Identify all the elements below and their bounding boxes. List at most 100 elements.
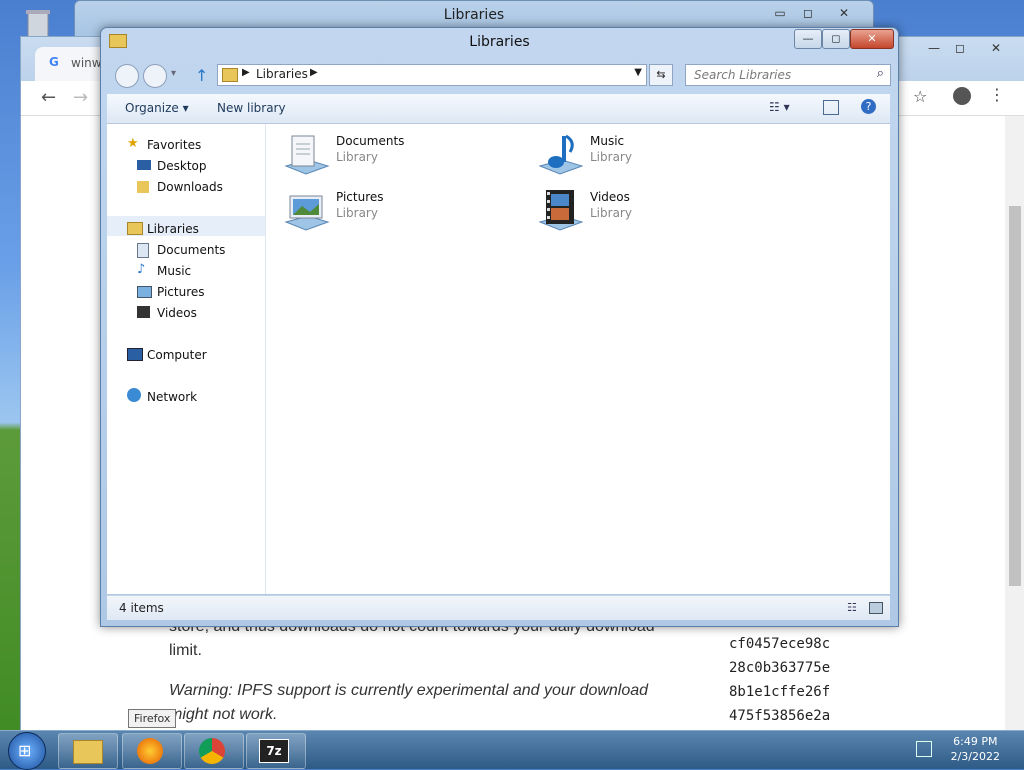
maximize-button[interactable]: ◻ [795, 4, 821, 22]
breadcrumb-libraries[interactable]: Libraries [256, 67, 308, 81]
library-type: Library [590, 206, 632, 220]
pictures-icon [137, 286, 152, 298]
taskbar-chrome-button[interactable] [184, 733, 244, 769]
nav-computer[interactable]: Computer [147, 348, 207, 362]
recent-pages-dropdown-icon[interactable]: ▾ [171, 68, 176, 79]
back-arrow-icon[interactable]: ← [41, 87, 56, 108]
chrome-minimize-button[interactable]: — [921, 39, 947, 57]
windows-logo-icon: ⊞ [18, 741, 32, 760]
nav-pictures[interactable]: Pictures [157, 285, 205, 299]
seven-zip-icon: 7z [259, 739, 289, 763]
maximize-button[interactable]: ◻ [822, 29, 850, 49]
close-button[interactable]: ✕ [831, 4, 857, 22]
search-placeholder: Search Libraries [694, 68, 792, 82]
firefox-icon [137, 738, 163, 764]
nav-videos[interactable]: Videos [157, 306, 197, 320]
window-title: Libraries [469, 34, 530, 50]
library-type: Library [590, 150, 632, 164]
nav-favorites[interactable]: Favorites [147, 138, 201, 152]
videos-library-icon [538, 190, 584, 231]
library-name: Pictures [336, 190, 384, 204]
close-button[interactable]: ✕ [850, 29, 894, 49]
address-bar[interactable]: ▶ Libraries ▶ ▼ [217, 64, 647, 86]
library-pictures[interactable]: Pictures Library [282, 188, 512, 238]
videos-icon [137, 306, 150, 318]
chrome-icon [199, 738, 225, 764]
library-type: Library [336, 206, 378, 220]
new-library-button[interactable]: New library [217, 101, 286, 115]
profile-avatar-icon[interactable] [953, 87, 971, 105]
start-button[interactable]: ⊞ [8, 732, 46, 770]
nav-network[interactable]: Network [147, 390, 197, 404]
warning-line1: Warning: IPFS support is currently exper… [169, 682, 649, 699]
preview-pane-icon[interactable] [823, 100, 839, 115]
chrome-close-button[interactable]: ✕ [983, 39, 1009, 57]
command-bar: Organize ▾ New library ☷ ▾ ? [107, 94, 890, 124]
google-icon: G [49, 55, 59, 69]
firefox-tooltip: Firefox [128, 709, 177, 728]
navigation-pane: ★ Favorites Desktop Downloads Libraries … [107, 124, 266, 594]
status-bar: 4 items ☷ [107, 595, 890, 620]
change-view-icon[interactable]: ☷ ▾ [769, 100, 790, 114]
forward-arrow-icon[interactable]: → [73, 87, 88, 108]
help-icon[interactable]: ? [861, 99, 876, 114]
organize-button[interactable]: Organize ▾ [125, 101, 189, 115]
menu-dots-icon[interactable]: ⋮ [989, 85, 1005, 104]
clock-time: 6:49 PM [953, 735, 998, 748]
background-window-title: Libraries [443, 7, 505, 23]
library-music[interactable]: Music Library [536, 132, 766, 182]
details-view-icon[interactable]: ☷ [847, 601, 857, 614]
tab-title: winw [71, 56, 102, 70]
nav-libraries[interactable]: Libraries [147, 222, 199, 236]
pictures-library-icon [284, 195, 330, 231]
documents-icon [137, 243, 149, 258]
minimize-button[interactable]: — [794, 29, 822, 49]
forward-button[interactable] [143, 64, 167, 88]
search-icon[interactable]: ⌕ [877, 66, 884, 81]
downloads-icon [137, 181, 149, 193]
minimize-button[interactable]: ▭ [767, 4, 793, 22]
music-library-icon [538, 134, 584, 175]
hash-line-2: 28c0b363775e [729, 660, 831, 676]
libraries-content-pane: Documents Library Music Library Pictures… [266, 124, 890, 594]
large-icons-view-icon[interactable] [869, 602, 883, 614]
search-input[interactable]: Search Libraries ⌕ [685, 64, 891, 86]
libraries-icon [127, 222, 143, 235]
taskbar-explorer-button[interactable] [58, 733, 118, 769]
hash-line-3: 8b1e1cffe26f [729, 684, 831, 700]
download-paragraph-line2: limit. [169, 642, 202, 659]
library-documents[interactable]: Documents Library [282, 132, 512, 182]
desktop-icon [137, 160, 151, 170]
documents-library-icon [284, 135, 330, 175]
bookmark-star-icon[interactable]: ☆ [913, 87, 927, 106]
music-icon: ♪ [137, 262, 146, 277]
libraries-explorer-window[interactable]: Libraries — ◻ ✕ ▾ ↑ ▶ Libraries ▶ ▼ ⇆ Se… [100, 27, 899, 627]
nav-downloads[interactable]: Downloads [157, 180, 223, 194]
back-button[interactable] [115, 64, 139, 88]
system-clock[interactable]: 6:49 PM 2/3/2022 [951, 734, 1000, 764]
taskbar-firefox-button[interactable] [122, 733, 182, 769]
taskbar-7zip-button[interactable]: 7z [246, 733, 306, 769]
computer-icon [127, 348, 143, 361]
library-type: Library [336, 150, 378, 164]
library-videos[interactable]: Videos Library [536, 188, 766, 238]
library-name: Documents [336, 134, 405, 148]
network-icon [127, 388, 141, 402]
breadcrumb-arrow-icon[interactable]: ▶ [242, 67, 250, 78]
item-count: 4 items [119, 601, 164, 615]
up-arrow-icon[interactable]: ↑ [195, 66, 208, 85]
nav-desktop[interactable]: Desktop [157, 159, 207, 173]
nav-documents[interactable]: Documents [157, 243, 225, 257]
page-scrollbar[interactable] [1005, 116, 1024, 731]
warning-line2: might not work. [169, 706, 278, 723]
refresh-button[interactable]: ⇆ [649, 64, 673, 86]
nav-music[interactable]: Music [157, 264, 191, 278]
clock-date: 2/3/2022 [950, 750, 1000, 763]
scrollbar-thumb[interactable] [1009, 206, 1021, 586]
hash-line-1: cf0457ece98c [729, 636, 831, 652]
chrome-maximize-button[interactable]: ◻ [947, 39, 973, 57]
network-tray-icon[interactable] [916, 741, 932, 757]
breadcrumb-arrow-icon[interactable]: ▶ [310, 67, 318, 78]
address-dropdown-icon[interactable]: ▼ [634, 67, 642, 78]
library-name: Music [590, 134, 625, 148]
